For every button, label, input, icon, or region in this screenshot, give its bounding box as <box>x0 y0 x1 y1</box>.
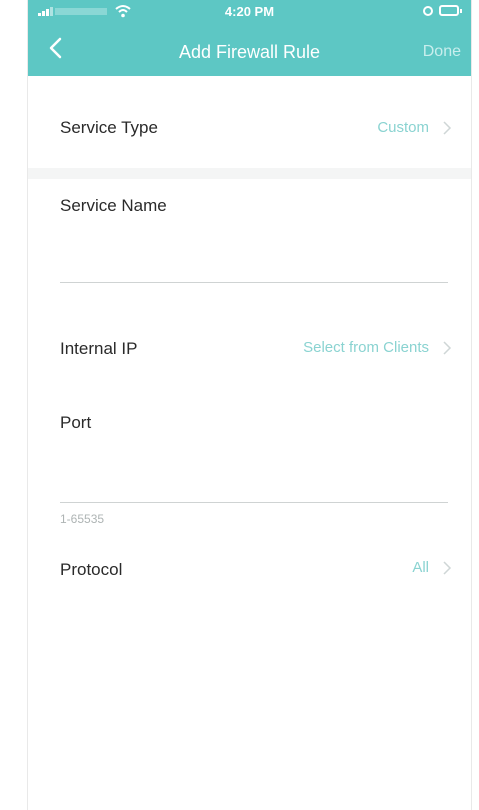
status-bar: 4:20 PM <box>28 0 471 24</box>
protocol-value[interactable]: All <box>412 559 429 576</box>
alarm-icon <box>423 6 433 16</box>
header: 4:20 PM Add Firewall Rule Done <box>28 0 471 76</box>
phone-screen: 4:20 PM Add Firewall Rule Done Service T… <box>27 0 472 810</box>
select-from-clients-link[interactable]: Select from Clients <box>303 339 429 356</box>
nav-bar: Add Firewall Rule Done <box>28 24 471 76</box>
chevron-right-icon <box>443 561 452 575</box>
port-hint: 1-65535 <box>60 512 105 526</box>
done-button[interactable]: Done <box>423 43 461 61</box>
port-input[interactable] <box>60 470 448 498</box>
battery-icon <box>439 5 462 16</box>
port-underline <box>60 502 448 503</box>
internal-ip-label: Internal IP <box>60 339 138 358</box>
status-time: 4:20 PM <box>224 4 275 19</box>
service-type-value[interactable]: Custom <box>377 119 429 136</box>
service-name-input[interactable] <box>60 252 448 280</box>
section-separator <box>28 168 471 179</box>
page-title: Add Firewall Rule <box>178 42 321 62</box>
port-label: Port <box>60 413 92 432</box>
chevron-right-icon <box>443 121 452 135</box>
service-name-underline <box>60 282 448 283</box>
protocol-label: Protocol <box>60 560 123 579</box>
service-name-label: Service Name <box>60 196 167 215</box>
service-type-label: Service Type <box>60 118 158 137</box>
chevron-right-icon <box>443 341 452 355</box>
